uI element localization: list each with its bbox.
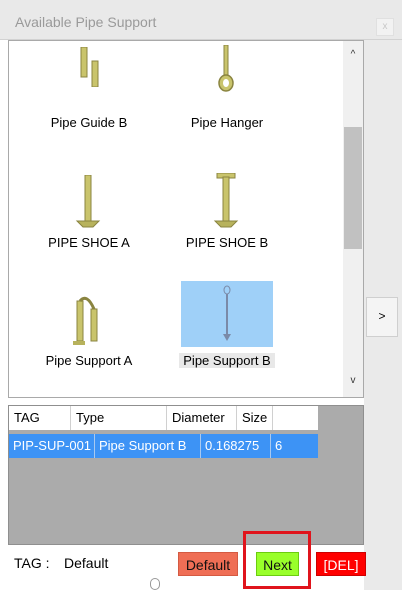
close-icon: x [382,21,388,32]
pipe-shoe-a-icon [75,175,101,228]
gallery-item-label: PIPE SHOE A [48,235,130,250]
pipe-shoe-b-icon [213,173,239,228]
gallery-item-label: Pipe Hanger [190,115,264,130]
gallery-item-label: PIPE SHOE B [185,235,269,250]
gallery-item-label: Pipe Support B [179,353,275,368]
table-row[interactable]: PIP-SUP-001 Pipe Support B 0.168275 6 [9,434,318,458]
title-bar: Available Pipe Support x [0,0,402,40]
cell-tag: PIP-SUP-001 [9,434,95,458]
gallery-item-label: Pipe Guide B [50,115,128,130]
cell-diameter: 0.168275 [201,434,271,458]
pipe-hanger-icon [218,45,234,92]
chevron-right-icon: > [378,309,386,323]
scrollbar-thumb[interactable] [344,127,362,249]
pipe-support-gallery: Pipe Guide B Pipe Hanger PIPE SHOE A PIP… [8,40,364,398]
column-header-type[interactable]: Type [71,406,167,430]
gallery-item-pipe-hanger[interactable]: Pipe Hanger [167,41,287,151]
support-table: TAG Type Diameter Size PIP-SUP-001 Pipe … [8,405,364,545]
cell-type: Pipe Support B [95,434,201,458]
default-button[interactable]: Default [178,552,238,576]
pipe-support-a-icon [73,296,98,345]
gallery-item-pipe-support-a[interactable]: Pipe Support A [29,281,149,391]
resize-grip[interactable] [150,578,160,590]
delete-button[interactable]: [DEL] [316,552,366,576]
gallery-item-pipe-support-b[interactable]: Pipe Support B [167,281,287,391]
gallery-item-pipe-shoe-a[interactable]: PIPE SHOE A [29,163,149,273]
gallery-item-pipe-guide-b[interactable]: Pipe Guide B [29,41,149,151]
gallery-scrollbar[interactable]: ^ v [343,41,363,397]
gallery-item-label: Pipe Support A [45,353,133,368]
gallery-item-pipe-shoe-b[interactable]: PIPE SHOE B [167,163,287,273]
tag-value: Default [64,555,109,571]
expand-button[interactable]: > [366,297,398,337]
next-button-highlight [243,531,311,589]
column-header-size[interactable]: Size [237,406,273,430]
table-header: TAG Type Diameter Size [9,406,318,430]
scroll-down-icon[interactable]: v [343,375,363,393]
tag-label: TAG : [14,555,50,571]
pipe-support-b-icon [223,285,231,341]
pipe-guide-b-icon [80,47,99,87]
close-button[interactable]: x [376,18,394,36]
window-title: Available Pipe Support [15,14,157,30]
column-header-diameter[interactable]: Diameter [167,406,237,430]
column-header-tag[interactable]: TAG [9,406,71,430]
scroll-up-icon[interactable]: ^ [343,49,363,67]
cell-size: 6 [275,438,283,453]
